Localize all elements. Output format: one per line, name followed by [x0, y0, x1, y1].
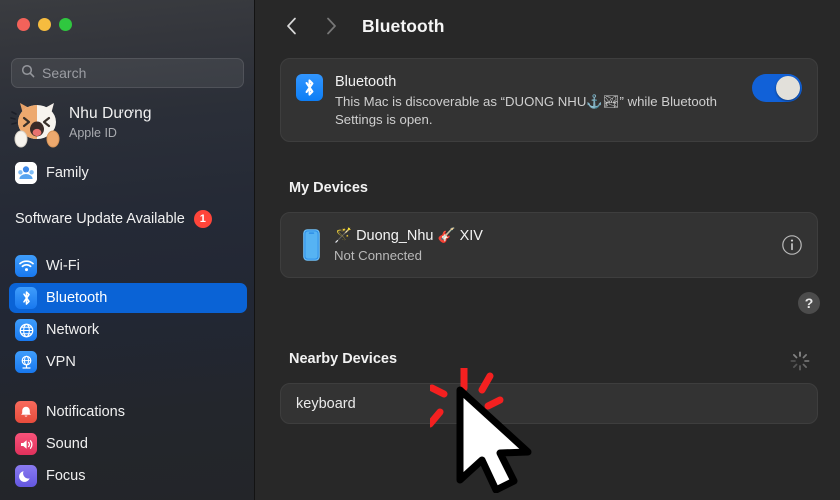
help-icon[interactable]: ?: [798, 292, 820, 314]
nearby-devices-card: keyboard: [280, 383, 818, 424]
sidebar-item-label: Network: [46, 322, 100, 338]
bluetooth-toggle[interactable]: [752, 74, 802, 102]
loading-spinner-icon: [789, 350, 811, 372]
account-row[interactable]: Nhu Dương Apple ID: [9, 98, 247, 148]
chevron-right-icon[interactable]: [318, 11, 344, 41]
settings-window: Nhu Dương Apple ID Family Software Updat…: [0, 0, 840, 500]
sidebar-nav-list: Wi-Fi Bluetooth Network VPN Notification…: [9, 251, 247, 493]
family-icon: [15, 162, 37, 184]
info-circle-icon[interactable]: [781, 234, 803, 256]
close-button[interactable]: [17, 18, 30, 31]
account-name: Nhu Dương: [69, 105, 152, 123]
sidebar-item-label: Focus: [46, 468, 86, 484]
focus-icon: [15, 465, 37, 487]
sidebar-item-network[interactable]: Network: [9, 315, 247, 345]
sidebar-item-label: Notifications: [46, 404, 125, 420]
sidebar-divider-gap: [9, 379, 247, 397]
account-subtitle: Apple ID: [69, 125, 117, 140]
toolbar: Bluetooth: [255, 0, 840, 52]
sidebar-item-sound[interactable]: Sound: [9, 429, 247, 459]
sidebar-item-label: Wi-Fi: [46, 258, 80, 274]
cat-avatar: [9, 98, 65, 148]
bluetooth-card-description: This Mac is discoverable as “DUONG NHU⚓🏞…: [335, 94, 718, 128]
table-row[interactable]: 🪄 Duong_Nhu 🎸 XIV Not Connected: [281, 213, 817, 277]
sidebar-item-wifi[interactable]: Wi-Fi: [9, 251, 247, 281]
bluetooth-icon: [15, 287, 37, 309]
search-input[interactable]: [42, 65, 234, 81]
bluetooth-card: Bluetooth This Mac is discoverable as “D…: [280, 58, 818, 142]
sidebar-item-focus[interactable]: Focus: [9, 461, 247, 491]
notifications-icon: [15, 401, 37, 423]
sidebar-item-label: Bluetooth: [46, 290, 108, 306]
nearby-devices-heading: Nearby Devices: [289, 351, 398, 367]
list-item[interactable]: keyboard: [281, 384, 817, 423]
software-update-label: Software Update Available: [15, 211, 185, 227]
sidebar-item-label: VPN: [46, 354, 76, 370]
wifi-icon: [15, 255, 37, 277]
sidebar: Nhu Dương Apple ID Family Software Updat…: [0, 0, 255, 500]
page-title: Bluetooth: [362, 15, 445, 36]
device-status: Not Connected: [334, 247, 422, 263]
my-devices-card: 🪄 Duong_Nhu 🎸 XIV Not Connected: [280, 212, 818, 278]
chevron-left-icon[interactable]: [278, 11, 304, 41]
search-icon: [21, 64, 35, 83]
sound-icon: [15, 433, 37, 455]
sidebar-item-label: Family: [46, 165, 89, 181]
bluetooth-app-icon: [296, 74, 323, 101]
main-content: Bluetooth Bluetooth This Mac is discover…: [255, 0, 840, 500]
iphone-icon: [296, 229, 326, 261]
sidebar-item-label: Sound: [46, 436, 88, 452]
sidebar-item-family[interactable]: Family: [9, 159, 247, 187]
software-update-row[interactable]: Software Update Available 1: [15, 210, 212, 228]
nearby-device-name: keyboard: [296, 395, 356, 412]
sidebar-item-vpn[interactable]: VPN: [9, 347, 247, 377]
maximize-button[interactable]: [59, 18, 72, 31]
vpn-icon: [15, 351, 37, 373]
network-icon: [15, 319, 37, 341]
status-badge: 1: [193, 210, 212, 228]
bluetooth-card-title: Bluetooth: [335, 74, 397, 90]
my-devices-heading: My Devices: [289, 180, 368, 196]
sidebar-item-bluetooth[interactable]: Bluetooth: [9, 283, 247, 313]
device-name: 🪄 Duong_Nhu 🎸 XIV: [334, 228, 483, 245]
search-field[interactable]: [11, 58, 244, 88]
minimize-button[interactable]: [38, 18, 51, 31]
traffic-lights: [17, 18, 72, 31]
sidebar-item-notifications[interactable]: Notifications: [9, 397, 247, 427]
toggle-knob: [776, 76, 800, 100]
